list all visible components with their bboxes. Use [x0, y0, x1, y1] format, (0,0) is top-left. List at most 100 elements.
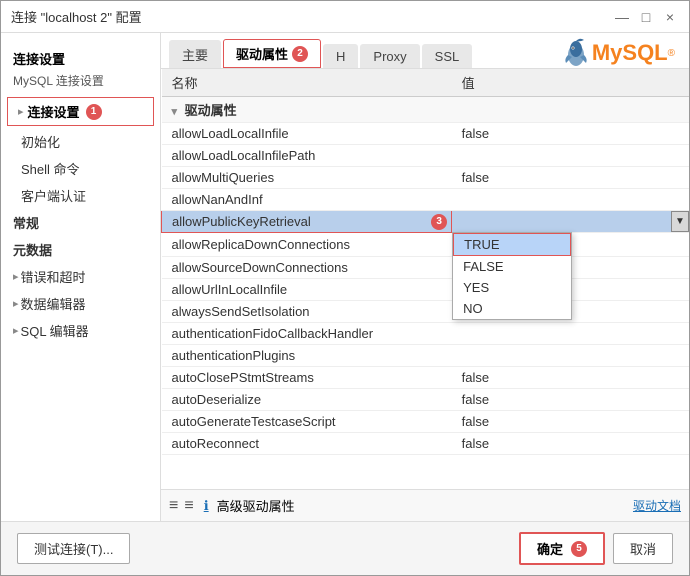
- doc-link[interactable]: 驱动文档: [633, 497, 681, 514]
- mysql-dolphin-icon: [562, 37, 590, 69]
- tab-ssl[interactable]: SSL: [422, 44, 473, 68]
- table-row[interactable]: authenticationPlugins: [162, 345, 690, 367]
- expand-icon-sql: ▸: [13, 324, 19, 337]
- sidebar-badge-1: 1: [86, 104, 102, 120]
- cancel-button[interactable]: 取消: [613, 533, 673, 564]
- prop-name: allowSourceDownConnections: [162, 257, 452, 279]
- mysql-logo-area: MySQL ®: [562, 37, 675, 69]
- expand-icon-error: ▸: [13, 270, 19, 283]
- sidebar: 连接设置 MySQL 连接设置 ▸ 连接设置 1 初始化 Shell 命令 客户…: [1, 33, 161, 521]
- table-row[interactable]: autoDeserialize false: [162, 389, 690, 411]
- dropdown-option-true[interactable]: TRUE: [453, 233, 571, 256]
- sort-icon[interactable]: ≡: [169, 497, 178, 515]
- prop-name: allowLoadLocalInfilePath: [162, 145, 452, 167]
- sidebar-item-shell[interactable]: Shell 命令: [1, 155, 160, 182]
- sidebar-item-error-timeout[interactable]: ▸ 错误和超时: [1, 263, 160, 290]
- right-panel: 主要 驱动属性 2 H Proxy SSL: [161, 33, 689, 521]
- sidebar-header: 连接设置: [1, 41, 160, 70]
- table-row[interactable]: allowLoadLocalInfile false: [162, 123, 690, 145]
- prop-name: allowNanAndInf: [162, 189, 452, 211]
- table-row[interactable]: autoReconnect false: [162, 433, 690, 455]
- expand-arrow-icon: ▸: [18, 105, 24, 118]
- filter-icon[interactable]: ≡: [184, 497, 193, 515]
- advanced-props-label[interactable]: 高级驱动属性: [217, 496, 295, 515]
- sidebar-item-general[interactable]: 常规: [1, 209, 160, 236]
- table-row[interactable]: authenticationFidoCallbackHandler: [162, 323, 690, 345]
- mysql-logo-text: MySQL: [592, 40, 668, 66]
- sidebar-sub-header: MySQL 连接设置: [1, 70, 160, 95]
- table-row-selected[interactable]: allowPublicKeyRetrieval 3 ▼ TRUE: [162, 211, 690, 233]
- sidebar-item-client-auth[interactable]: 客户端认证: [1, 182, 160, 209]
- prop-name: authenticationPlugins: [162, 345, 452, 367]
- dropdown-option-yes[interactable]: YES: [453, 277, 571, 298]
- table-row[interactable]: autoClosePStmtStreams false: [162, 367, 690, 389]
- prop-value[interactable]: [452, 345, 689, 367]
- prop-value[interactable]: false: [452, 167, 689, 189]
- minimize-button[interactable]: —: [613, 8, 631, 26]
- prop-value[interactable]: false: [452, 123, 689, 145]
- tab-main[interactable]: 主要: [169, 40, 221, 68]
- prop-value[interactable]: false: [452, 433, 689, 455]
- table-row[interactable]: autoGenerateTestcaseScript false: [162, 411, 690, 433]
- sidebar-item-sql-editor[interactable]: ▸ SQL 编辑器: [1, 317, 160, 344]
- confirm-badge-5: 5: [571, 541, 587, 557]
- dropdown-option-false[interactable]: FALSE: [453, 256, 571, 277]
- tab-ssh[interactable]: H: [323, 44, 358, 68]
- tab-driver-props[interactable]: 驱动属性 2: [223, 39, 321, 68]
- tab-proxy[interactable]: Proxy: [360, 44, 419, 68]
- section-expand-icon: ▾: [172, 106, 178, 118]
- prop-name: autoDeserialize: [162, 389, 452, 411]
- test-connection-button[interactable]: 测试连接(T)...: [17, 533, 130, 564]
- dropdown-popup: TRUE FALSE YES NO: [452, 232, 572, 320]
- table-row[interactable]: allowSourceDownConnections: [162, 257, 690, 279]
- table-row[interactable]: allowUrlInLocalInfile: [162, 279, 690, 301]
- dropdown-arrow-icon: ▼: [675, 216, 685, 227]
- main-window: 连接 "localhost 2" 配置 — □ × MySQL: [0, 0, 690, 576]
- prop-value[interactable]: [452, 189, 689, 211]
- dropdown-option-no[interactable]: NO: [453, 298, 571, 319]
- section-label: ▾ 驱动属性: [162, 97, 690, 123]
- window-controls: — □ ×: [613, 8, 679, 26]
- sidebar-item-data-editor[interactable]: ▸ 数据编辑器: [1, 290, 160, 317]
- table-footer: ≡ ≡ ℹ 高级驱动属性 驱动文档: [161, 489, 689, 521]
- row-badge-3: 3: [431, 214, 447, 230]
- col-header-value: 值: [452, 69, 689, 97]
- table-row[interactable]: alwaysSendSetIsolation true: [162, 301, 690, 323]
- prop-name: authenticationFidoCallbackHandler: [162, 323, 452, 345]
- prop-value[interactable]: false: [452, 389, 689, 411]
- title-bar: 连接 "localhost 2" 配置 — □ ×: [1, 1, 689, 33]
- prop-name: autoGenerateTestcaseScript: [162, 411, 452, 433]
- col-header-name: 名称: [162, 69, 452, 97]
- table-row[interactable]: allowNanAndInf: [162, 189, 690, 211]
- table-row[interactable]: allowReplicaDownConnections: [162, 233, 690, 257]
- properties-table: 名称 值 ▾ 驱动属性: [161, 69, 689, 455]
- confirm-cancel-group: 确定 5 取消: [519, 532, 673, 565]
- prop-value-dropdown[interactable]: ▼ TRUE FALSE YES NO: [452, 211, 689, 233]
- table-row[interactable]: allowMultiQueries false: [162, 167, 690, 189]
- sidebar-item-init[interactable]: 初始化: [1, 128, 160, 155]
- properties-table-area: 名称 值 ▾ 驱动属性: [161, 69, 689, 489]
- confirm-button[interactable]: 确定 5: [519, 532, 605, 565]
- section-driver-props: ▾ 驱动属性: [162, 97, 690, 123]
- prop-value[interactable]: false: [452, 367, 689, 389]
- close-button[interactable]: ×: [661, 8, 679, 26]
- prop-name: autoClosePStmtStreams: [162, 367, 452, 389]
- prop-value[interactable]: [452, 145, 689, 167]
- prop-value[interactable]: [452, 323, 689, 345]
- dropdown-arrow-button[interactable]: ▼: [671, 211, 689, 232]
- prop-name: allowMultiQueries: [162, 167, 452, 189]
- expand-icon-data: ▸: [13, 297, 19, 310]
- prop-value[interactable]: false: [452, 411, 689, 433]
- sidebar-item-metadata[interactable]: 元数据: [1, 236, 160, 263]
- prop-name: allowReplicaDownConnections: [162, 233, 452, 257]
- prop-name: allowLoadLocalInfile: [162, 123, 452, 145]
- table-row[interactable]: allowLoadLocalInfilePath: [162, 145, 690, 167]
- bottom-bar: 测试连接(T)... 确定 5 取消: [1, 521, 689, 575]
- footer-icons: ≡ ≡ ℹ 高级驱动属性: [169, 496, 295, 515]
- prop-name: allowUrlInLocalInfile: [162, 279, 452, 301]
- prop-name: alwaysSendSetIsolation: [162, 301, 452, 323]
- mysql-logo-trademark: ®: [668, 48, 675, 59]
- sidebar-item-connection-settings[interactable]: ▸ 连接设置 1: [7, 97, 154, 126]
- footer-info-icon[interactable]: ℹ: [204, 498, 209, 514]
- maximize-button[interactable]: □: [637, 8, 655, 26]
